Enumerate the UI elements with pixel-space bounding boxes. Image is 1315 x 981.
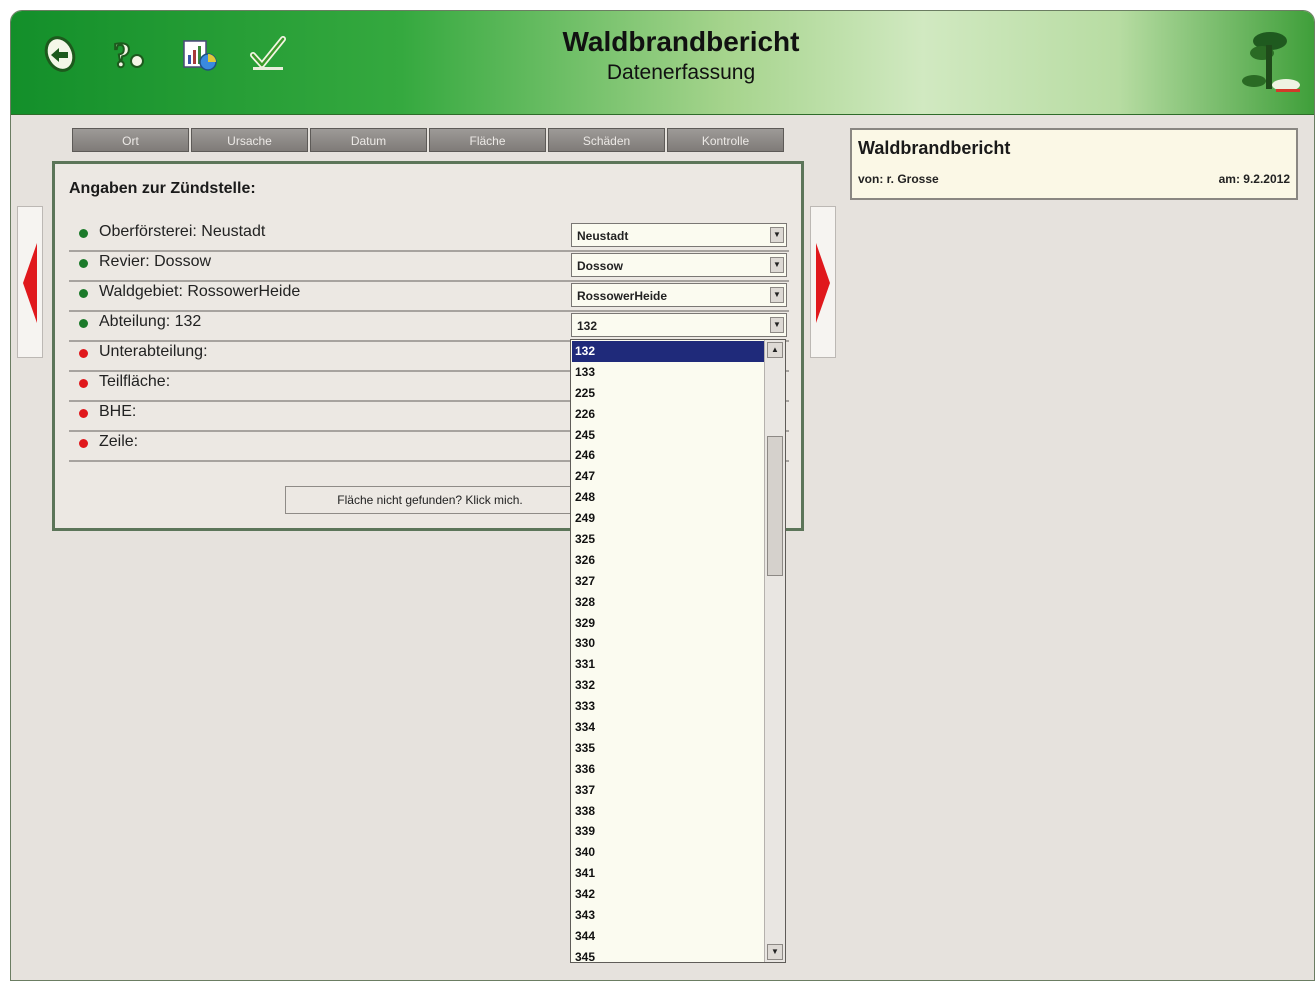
dropdown-option[interactable]: 328 — [572, 592, 764, 613]
confirm-check-icon[interactable] — [247, 33, 289, 75]
right-arrow-icon — [816, 243, 830, 323]
report-date: am: 9.2.2012 — [1218, 172, 1290, 186]
dropdown-option[interactable]: 245 — [572, 425, 764, 446]
dropdown-option[interactable]: 226 — [572, 404, 764, 425]
previous-page-button[interactable] — [17, 206, 43, 358]
dropdown-options: 132 133 225 226 245 246 247 248 249 325 326 327 328 3… — [572, 341, 764, 962]
row-label: BHE: — [99, 403, 137, 420]
row-label: Waldgebiet: RossowerHeide — [99, 283, 301, 300]
row-label: Revier: Dossow — [99, 253, 212, 270]
row-label: Unterabteilung: — [99, 343, 208, 360]
tab-ursache[interactable]: Ursache — [191, 128, 308, 152]
row-label: Abteilung: 132 — [99, 313, 202, 330]
forest-logo — [1240, 23, 1304, 99]
dropdown-option[interactable]: 337 — [572, 780, 764, 801]
dropdown-option[interactable]: 133 — [572, 362, 764, 383]
next-page-button[interactable] — [810, 206, 836, 358]
dropdown-option[interactable]: 325 — [572, 529, 764, 550]
dropdown-option[interactable]: 327 — [572, 571, 764, 592]
chevron-down-icon[interactable]: ▼ — [770, 257, 784, 273]
scroll-down-icon[interactable]: ▼ — [767, 944, 783, 960]
dropdown-option[interactable]: 248 — [572, 487, 764, 508]
back-icon[interactable] — [39, 33, 81, 75]
header-titles: Waldbrandbericht Datenerfassung — [481, 25, 881, 87]
dropdown-option[interactable]: 246 — [572, 445, 764, 466]
dropdown-option[interactable]: 343 — [572, 905, 764, 926]
scroll-up-icon[interactable]: ▲ — [767, 342, 783, 358]
scrollbar[interactable]: ▲ ▼ — [764, 340, 785, 962]
tab-bar: Ort Ursache Datum Fläche Schäden Kontrol… — [72, 128, 786, 152]
dropdown-option[interactable]: 342 — [572, 884, 764, 905]
chevron-down-icon[interactable]: ▼ — [770, 287, 784, 303]
row-waldgebiet: Waldgebiet: RossowerHeide RossowerHeide … — [69, 280, 789, 312]
dropdown-option[interactable]: 333 — [572, 696, 764, 717]
dropdown-option[interactable]: 334 — [572, 717, 764, 738]
status-missing-icon — [79, 439, 88, 448]
tab-schaeden[interactable]: Schäden — [548, 128, 665, 152]
row-label: Oberförsterei: Neustadt — [99, 223, 266, 240]
abteilung-dropdown-list[interactable]: 132 133 225 226 245 246 247 248 249 325 326 327 328 3… — [570, 339, 786, 963]
panel-title: Angaben zur Zündstelle: — [69, 180, 256, 197]
header-bar: ? Waldbrandbericht Datenerfassung — [11, 11, 1314, 115]
status-ok-icon — [79, 229, 88, 238]
select-value: RossowerHeide — [577, 289, 668, 303]
row-label: Zeile: — [99, 433, 139, 450]
dropdown-option[interactable]: 330 — [572, 633, 764, 654]
status-ok-icon — [79, 259, 88, 268]
waldgebiet-select[interactable]: RossowerHeide ▼ — [571, 283, 787, 307]
row-abteilung: Abteilung: 132 132 ▼ — [69, 310, 789, 342]
dropdown-option[interactable]: 345 — [572, 947, 764, 962]
chevron-down-icon[interactable]: ▼ — [770, 317, 784, 333]
page-title: Waldbrandbericht — [562, 26, 800, 57]
dropdown-option[interactable]: 335 — [572, 738, 764, 759]
report-summary-box: Waldbrandbericht von: r. Grosse am: 9.2.… — [850, 128, 1298, 200]
dropdown-option[interactable]: 132 — [572, 341, 764, 362]
dropdown-option[interactable]: 336 — [572, 759, 764, 780]
select-value: Neustadt — [577, 229, 629, 243]
status-ok-icon — [79, 319, 88, 328]
status-missing-icon — [79, 379, 88, 388]
dropdown-option[interactable]: 329 — [572, 613, 764, 634]
select-value: Dossow — [577, 259, 624, 273]
select-value: 132 — [577, 319, 598, 333]
dropdown-option[interactable]: 331 — [572, 654, 764, 675]
svg-text:?: ? — [113, 35, 131, 75]
status-missing-icon — [79, 349, 88, 358]
dropdown-option[interactable]: 247 — [572, 466, 764, 487]
status-ok-icon — [79, 289, 88, 298]
chevron-down-icon[interactable]: ▼ — [770, 227, 784, 243]
oberfoersterei-select[interactable]: Neustadt ▼ — [571, 223, 787, 247]
report-author: von: r. Grosse — [858, 172, 939, 186]
abteilung-select[interactable]: 132 ▼ — [571, 313, 787, 337]
dropdown-option[interactable]: 338 — [572, 801, 764, 822]
app-window: ? Waldbrandbericht Datenerfassung Ort Ur… — [10, 10, 1315, 981]
row-label: Teilfläche: — [99, 373, 171, 390]
help-icon[interactable]: ? — [107, 33, 149, 76]
tab-flaeche[interactable]: Fläche — [429, 128, 546, 152]
dropdown-option[interactable]: 225 — [572, 383, 764, 404]
report-chart-icon[interactable] — [179, 33, 221, 75]
tab-datum[interactable]: Datum — [310, 128, 427, 152]
page-subtitle: Datenerfassung — [606, 61, 756, 84]
tab-ort[interactable]: Ort — [72, 128, 189, 152]
status-missing-icon — [79, 409, 88, 418]
row-revier: Revier: Dossow Dossow ▼ — [69, 250, 789, 282]
area-not-found-button[interactable]: Fläche nicht gefunden? Klick mich. — [285, 486, 575, 514]
dropdown-option[interactable]: 344 — [572, 926, 764, 947]
dropdown-option[interactable]: 326 — [572, 550, 764, 571]
dropdown-option[interactable]: 339 — [572, 821, 764, 842]
revier-select[interactable]: Dossow ▼ — [571, 253, 787, 277]
dropdown-option[interactable]: 341 — [572, 863, 764, 884]
dropdown-option[interactable]: 332 — [572, 675, 764, 696]
report-title: Waldbrandbericht — [858, 138, 1011, 158]
scrollbar-thumb[interactable] — [767, 436, 783, 576]
left-arrow-icon — [23, 243, 37, 323]
dropdown-option[interactable]: 249 — [572, 508, 764, 529]
tab-kontrolle[interactable]: Kontrolle — [667, 128, 784, 152]
dropdown-option[interactable]: 340 — [572, 842, 764, 863]
row-oberfoersterei: Oberförsterei: Neustadt Neustadt ▼ — [69, 220, 789, 252]
